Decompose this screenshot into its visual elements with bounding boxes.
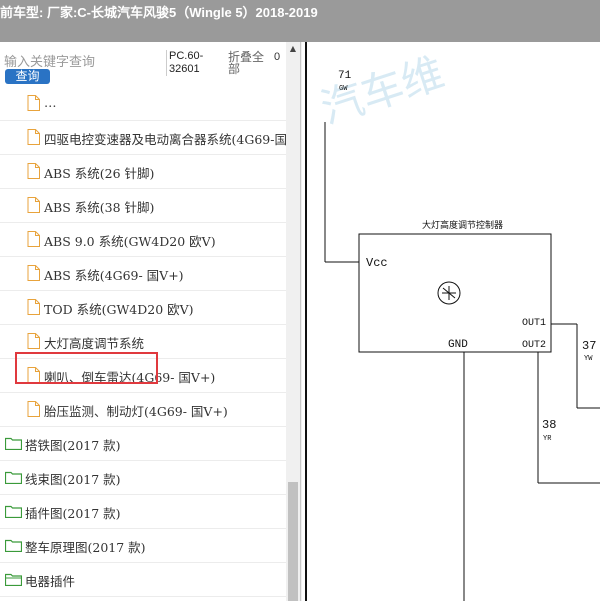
tree-folder-item[interactable]: 插件图(2017 款) (0, 495, 286, 529)
document-icon (27, 231, 40, 247)
tree-item-label: ABS 9.0 系统(GW4D20 欧V) (44, 234, 216, 249)
wire-38-label: 38 (542, 418, 556, 432)
tree-item-label: 插件图(2017 款) (25, 506, 121, 521)
tree-item-label: 线束图(2017 款) (25, 472, 121, 487)
folder-icon (5, 539, 22, 552)
document-icon (27, 95, 40, 111)
selected-item-highlight (15, 352, 158, 384)
tree-file-item[interactable]: 四驱电控变速器及电动离合器系统(4G69-国 (0, 121, 286, 155)
tree-file-item[interactable]: 发电及启动、发动机控制(GW4D20 欧V) (0, 597, 286, 601)
wire-71-color: GW (339, 85, 348, 93)
wire-71-label: 71 (338, 70, 352, 82)
tree-file-item[interactable]: ABS 系统(38 针脚) (0, 189, 286, 223)
tree-item-label: TOD 系统(GW4D20 欧V) (44, 302, 194, 317)
pc-code-label: PC.60-32601 (166, 50, 219, 76)
search-area: 查询 PC.60-32601 折叠全部 0 (0, 42, 286, 88)
sidebar-panel: 查询 PC.60-32601 折叠全部 0 … 四驱电控变速器及电动离合器系统(4… (0, 42, 301, 601)
folder-open-icon (5, 573, 22, 586)
tree-item-label: 胎压监测、制动灯(4G69- 国V+) (44, 404, 228, 419)
wiring-diagram-view[interactable]: 汽车维 71 GW 大灯高度调节控制器 Vcc GND OUT1 OUT2 37… (302, 42, 600, 601)
document-icon (27, 333, 40, 349)
pin-out1: OUT1 (522, 318, 546, 329)
tree-item-label: ABS 系统(26 针脚) (44, 166, 155, 181)
tree-folder-item[interactable]: 线束图(2017 款) (0, 461, 286, 495)
document-icon (27, 401, 40, 417)
document-tree: … 四驱电控变速器及电动离合器系统(4G69-国 ABS 系统(26 针脚) ABS … (0, 88, 286, 601)
tree-item-label: 大灯高度调节系统 (44, 336, 145, 351)
wire-37-color: YW (584, 355, 593, 363)
search-button[interactable]: 查询 (5, 69, 50, 84)
pin-out2: OUT2 (522, 340, 546, 351)
window-title-bar: 前车型: 厂家:C-长城汽车风骏5（Wingle 5）2018-2019 (0, 0, 600, 42)
wire-37-label: 37 (582, 339, 596, 353)
folder-icon (5, 437, 22, 450)
scroll-thumb[interactable] (288, 482, 298, 601)
tree-file-item[interactable]: ABS 系统(26 针脚) (0, 155, 286, 189)
tree-item-label: 搭铁图(2017 款) (25, 438, 121, 453)
pin-vcc: Vcc (366, 256, 388, 270)
result-count: 0 (274, 51, 281, 63)
collapse-all-button[interactable]: 折叠全部 (228, 51, 268, 75)
tree-folder-item[interactable]: 电器插件 (0, 563, 286, 597)
search-input[interactable] (4, 52, 162, 70)
folder-icon (5, 505, 22, 518)
wiring-diagram: 汽车维 71 GW 大灯高度调节控制器 Vcc GND OUT1 OUT2 37… (305, 42, 600, 601)
tree-file-item[interactable]: ABS 系统(4G69- 国V+) (0, 257, 286, 291)
window-title: 前车型: 厂家:C-长城汽车风骏5（Wingle 5）2018-2019 (0, 5, 318, 20)
document-icon (27, 299, 40, 315)
folder-icon (5, 471, 22, 484)
sidebar-scrollbar[interactable]: ▲ (286, 42, 300, 601)
document-icon (27, 197, 40, 213)
tree-folder-item[interactable]: 整车原理图(2017 款) (0, 529, 286, 563)
tree-item-label: 电器插件 (25, 574, 76, 589)
component-title: 大灯高度调节控制器 (422, 219, 503, 231)
tree-file-item[interactable]: ABS 9.0 系统(GW4D20 欧V) (0, 223, 286, 257)
document-icon (27, 163, 40, 179)
tree-item-label: ABS 系统(4G69- 国V+) (44, 268, 184, 283)
tree-item-label: … (44, 95, 57, 110)
tree-item-label: 四驱电控变速器及电动离合器系统(4G69-国 (44, 132, 286, 147)
document-icon (27, 129, 40, 145)
wire-38-color: YR (543, 435, 552, 443)
tree-file-item[interactable]: … (0, 88, 286, 121)
tree-folder-item[interactable]: 搭铁图(2017 款) (0, 427, 286, 461)
scroll-up-arrow-icon[interactable]: ▲ (286, 42, 300, 56)
tree-file-item[interactable]: 胎压监测、制动灯(4G69- 国V+) (0, 393, 286, 427)
pin-gnd: GND (448, 339, 468, 351)
watermark-text: 汽车维 (316, 51, 451, 137)
document-icon (27, 265, 40, 281)
tree-item-label: 整车原理图(2017 款) (25, 540, 146, 555)
tree-item-label: ABS 系统(38 针脚) (44, 200, 155, 215)
tree-file-item[interactable]: TOD 系统(GW4D20 欧V) (0, 291, 286, 325)
